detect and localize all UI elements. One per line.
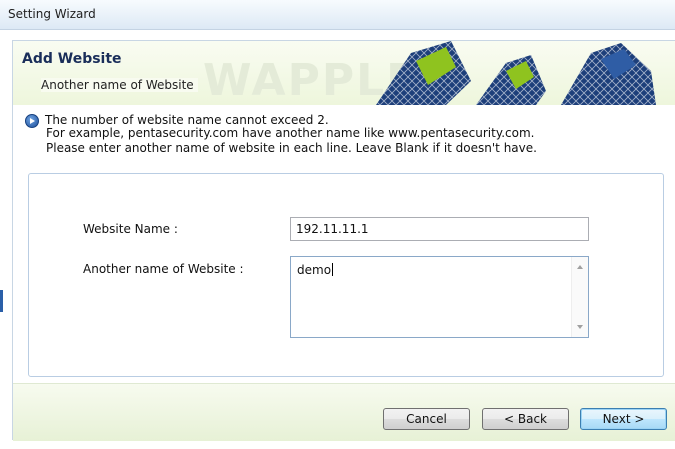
arrow-circle-icon xyxy=(25,114,39,128)
cancel-button[interactable]: Cancel xyxy=(383,408,470,430)
scroll-up-arrow-icon[interactable] xyxy=(577,265,583,269)
website-name-label: Website Name : xyxy=(83,222,178,236)
page-title: Add Website xyxy=(22,51,122,67)
alias-value: demo xyxy=(297,263,332,277)
textarea-scrollbar[interactable] xyxy=(571,257,588,337)
form-panel: Website Name : Another name of Website :… xyxy=(28,173,664,377)
alias-textarea-text: demo xyxy=(297,263,334,277)
info-line-2: For example, pentasecurity.com have anot… xyxy=(46,126,535,140)
title-bar: Setting Wizard xyxy=(0,0,675,30)
info-line-1: The number of website name cannot exceed… xyxy=(45,113,329,127)
info-line-3: Please enter another name of website in … xyxy=(46,141,537,155)
window-title: Setting Wizard xyxy=(8,7,96,21)
website-name-input[interactable] xyxy=(290,217,589,241)
wizard-frame: WAPPLES Add Website Another name of Webs xyxy=(12,40,675,441)
back-button[interactable]: < Back xyxy=(482,408,569,430)
page-subtitle: Another name of Website xyxy=(41,78,198,92)
wapples-logo-graphic xyxy=(376,41,656,105)
left-edge-accent xyxy=(0,290,3,312)
wizard-banner: WAPPLES Add Website Another name of Webs xyxy=(13,41,675,105)
text-caret xyxy=(332,263,334,276)
alias-textarea[interactable]: demo xyxy=(290,256,589,338)
scroll-down-arrow-icon[interactable] xyxy=(577,325,583,329)
setting-wizard-window: Setting Wizard WAPPLES Add Website Anoth… xyxy=(0,0,675,449)
alias-label: Another name of Website : xyxy=(83,262,244,276)
wizard-footer: Cancel < Back Next > xyxy=(13,383,675,441)
next-button[interactable]: Next > xyxy=(580,408,667,430)
